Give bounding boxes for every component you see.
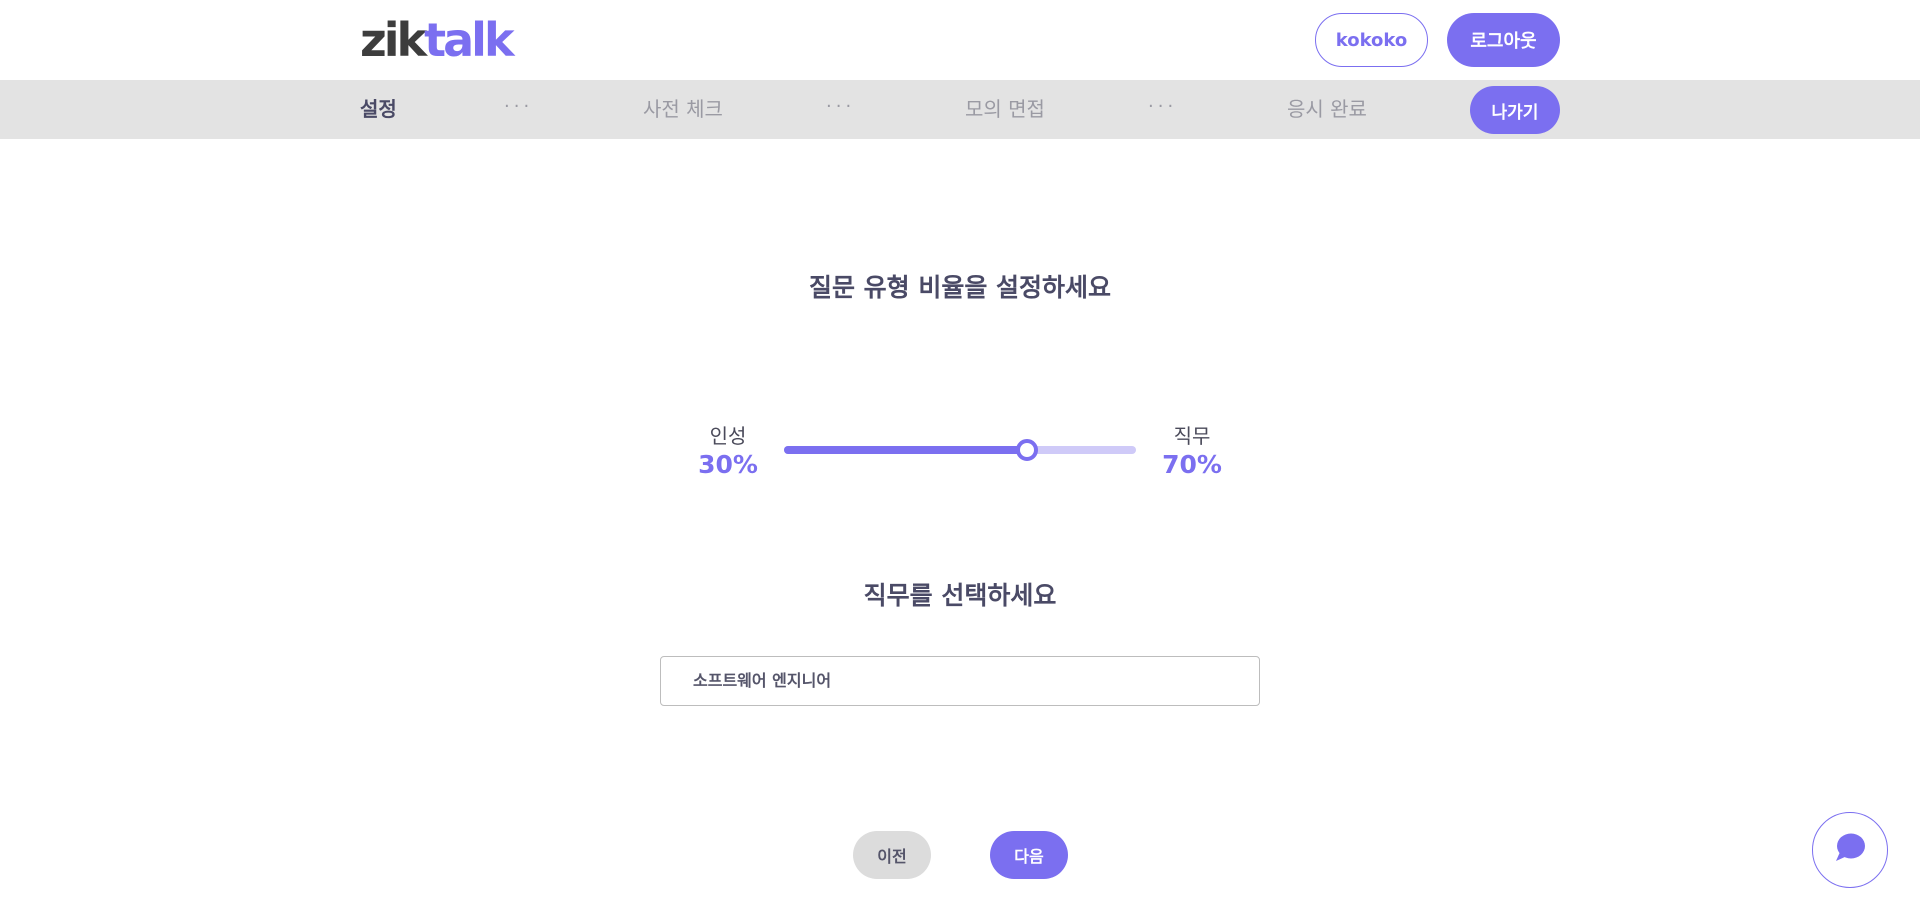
next-button[interactable]: 다음 [990, 831, 1068, 879]
step-settings: 설정 [360, 97, 397, 121]
ratio-slider[interactable] [784, 439, 1136, 461]
prev-button[interactable]: 이전 [853, 831, 931, 879]
job-ratio-label: 직무 [1173, 424, 1211, 448]
logo[interactable]: ziktalk [360, 13, 515, 67]
step-mock-interview: 모의 면접 [965, 97, 1045, 121]
step-complete: 응시 완료 [1287, 97, 1367, 121]
slider-thumb[interactable] [1015, 439, 1038, 461]
step-separator: ··· [826, 96, 856, 117]
user-button[interactable]: kokoko [1315, 13, 1428, 67]
slider-fill [784, 446, 1027, 454]
job-ratio-percent: 70% [1162, 450, 1222, 479]
header: ziktalk kokoko 로그아웃 [0, 0, 1920, 80]
step-separator: ··· [504, 96, 534, 117]
logout-button[interactable]: 로그아웃 [1447, 13, 1560, 67]
step-bar: 설정 ··· 사전 체크 ··· 모의 면접 ··· 응시 완료 나가기 [0, 80, 1920, 139]
step-separator: ··· [1148, 96, 1178, 117]
job-select[interactable]: 소프트웨어 엔지니어 [660, 656, 1260, 706]
logo-zik: zik [360, 13, 427, 67]
personality-percent: 30% [698, 450, 758, 479]
exit-button[interactable]: 나가기 [1470, 86, 1560, 134]
ratio-title: 질문 유형 비율을 설정하세요 [808, 273, 1112, 302]
chat-bubble-icon [1833, 832, 1867, 868]
personality-label: 인성 [709, 424, 747, 448]
logo-talk: talk [424, 13, 514, 67]
job-title: 직무를 선택하세요 [863, 581, 1057, 610]
chat-button[interactable] [1812, 812, 1888, 888]
step-precheck: 사전 체크 [643, 97, 723, 121]
